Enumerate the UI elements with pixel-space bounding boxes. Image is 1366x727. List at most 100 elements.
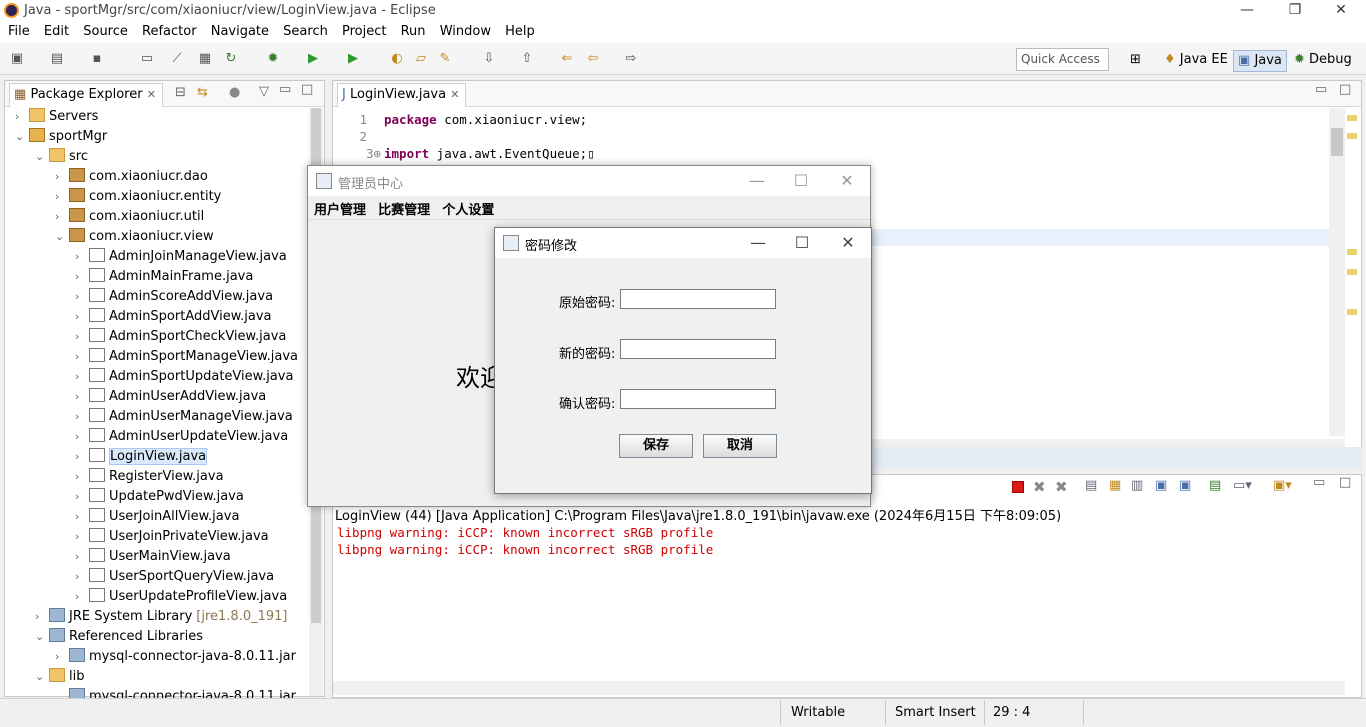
new-icon[interactable]: ▣	[8, 50, 26, 68]
pin-console-icon[interactable]: ▤	[1209, 478, 1221, 493]
collapsed-chevron-icon[interactable]: ›	[55, 167, 69, 187]
scroll-thumb[interactable]	[1331, 128, 1343, 156]
overview-marker[interactable]	[1347, 269, 1357, 275]
tree-item[interactable]: › AdminUserManageView.java	[75, 407, 293, 427]
menu-source[interactable]: Source	[83, 22, 128, 41]
back-icon[interactable]: ⇦	[584, 50, 602, 68]
collapsed-chevron-icon[interactable]: ›	[75, 407, 89, 427]
collapsed-chevron-icon[interactable]: ›	[75, 527, 89, 547]
collapsed-chevron-icon[interactable]: ›	[75, 287, 89, 307]
restore-button[interactable]: ❐	[1280, 2, 1310, 18]
collapsed-chevron-icon[interactable]: ›	[75, 487, 89, 507]
expanded-chevron-icon[interactable]: ⌄	[35, 627, 49, 647]
collapsed-chevron-icon[interactable]: ›	[75, 367, 89, 387]
collapsed-chevron-icon[interactable]: ›	[35, 607, 49, 627]
clear-console-icon[interactable]: ▤	[1085, 478, 1097, 493]
tree-item[interactable]: › com.xiaoniucr.dao	[55, 167, 208, 187]
minimize-console-icon[interactable]: ▭	[1313, 475, 1325, 490]
close-tab-icon[interactable]: ✕	[147, 88, 156, 101]
tree-item[interactable]: › AdminSportUpdateView.java	[75, 367, 293, 387]
console-hscrollbar[interactable]	[333, 681, 1345, 695]
minimize-button[interactable]: —	[1232, 2, 1262, 18]
overview-marker[interactable]	[1347, 309, 1357, 315]
maximize-editor-icon[interactable]: □	[1339, 82, 1351, 97]
confirm-password-input[interactable]	[620, 389, 776, 409]
tree-item[interactable]: › AdminSportManageView.java	[75, 347, 298, 367]
remove-all-icon[interactable]: ✖	[1055, 478, 1068, 496]
run-icon[interactable]: ▶	[304, 50, 322, 68]
tree-item[interactable]: › UserJoinAllView.java	[75, 507, 239, 527]
tree-item[interactable]: › com.xiaoniucr.entity	[55, 187, 221, 207]
tree-item[interactable]: › RegisterView.java	[75, 467, 224, 487]
menu-user-management[interactable]: 用户管理	[314, 199, 366, 218]
show-stdout-icon[interactable]: ▣	[1155, 478, 1167, 493]
tree-item[interactable]: › AdminSportCheckView.java	[75, 327, 286, 347]
package-icon[interactable]: ▦	[196, 50, 214, 68]
console-icon[interactable]: ▭	[138, 50, 156, 68]
menu-search[interactable]: Search	[283, 22, 328, 41]
collapsed-chevron-icon[interactable]: ›	[55, 187, 69, 207]
perspective-java-ee[interactable]: ♦ Java EE	[1160, 50, 1232, 72]
pwd-minimize-button[interactable]: —	[743, 233, 773, 252]
tree-item[interactable]: › UserJoinPrivateView.java	[75, 527, 269, 547]
tree-item[interactable]: ⌄ sportMgr	[15, 127, 107, 147]
maximize-console-icon[interactable]: □	[1339, 475, 1351, 490]
tree-item[interactable]: › AdminSportAddView.java	[75, 307, 272, 327]
menu-personal-settings[interactable]: 个人设置	[442, 199, 494, 218]
expanded-chevron-icon[interactable]: ⌄	[35, 667, 49, 687]
collapsed-chevron-icon[interactable]: ›	[75, 567, 89, 587]
collapsed-chevron-icon[interactable]: ›	[75, 507, 89, 527]
menu-file[interactable]: File	[8, 22, 30, 41]
tree-item[interactable]: › UpdatePwdView.java	[75, 487, 244, 507]
quick-access-input[interactable]: Quick Access	[1016, 48, 1109, 71]
collapsed-chevron-icon[interactable]: ›	[55, 647, 69, 667]
open-perspective-icon[interactable]: ⊞	[1130, 52, 1141, 67]
tree-item[interactable]: › UserSportQueryView.java	[75, 567, 274, 587]
perspective-java[interactable]: ▣ Java	[1233, 50, 1287, 72]
collapsed-chevron-icon[interactable]: ›	[75, 347, 89, 367]
collapsed-chevron-icon[interactable]: ›	[75, 587, 89, 607]
tree-item[interactable]: › AdminUserUpdateView.java	[75, 427, 288, 447]
open-folder-icon[interactable]: ▱	[412, 50, 430, 68]
menu-match-management[interactable]: 比赛管理	[378, 199, 430, 218]
overview-marker[interactable]	[1347, 115, 1357, 121]
tab-package-explorer[interactable]: ▦ Package Explorer ✕	[9, 83, 163, 107]
refresh-icon[interactable]: ↻	[222, 50, 240, 68]
tree-item[interactable]: › LoginView.java	[75, 447, 208, 467]
link-editor-icon[interactable]: ⇆	[197, 85, 208, 100]
tree-item[interactable]: › AdminJoinManageView.java	[75, 247, 287, 267]
save-icon[interactable]: ▪	[88, 50, 106, 68]
collapsed-chevron-icon[interactable]: ›	[15, 107, 29, 127]
tree-item[interactable]: ⌄ Referenced Libraries	[35, 627, 203, 647]
admin-close-button[interactable]: ✕	[832, 171, 862, 190]
prev-annotation-icon[interactable]: ⇧	[518, 50, 536, 68]
minimize-editor-icon[interactable]: ▭	[1315, 82, 1327, 97]
tree-item[interactable]: › AdminUserAddView.java	[75, 387, 266, 407]
tree-item[interactable]: › mysql-connector-java-8.0.11.jar	[55, 647, 296, 667]
tree-item[interactable]: › AdminScoreAddView.java	[75, 287, 273, 307]
open-type-icon[interactable]: ◐	[388, 50, 406, 68]
focus-icon[interactable]: ●	[229, 85, 240, 100]
tree-item[interactable]: › UserUpdateProfileView.java	[75, 587, 287, 607]
tree-item[interactable]: ⌄ com.xiaoniucr.view	[55, 227, 214, 247]
collapsed-chevron-icon[interactable]: ›	[75, 267, 89, 287]
code-line[interactable]: package com.xiaoniucr.view;	[384, 112, 587, 127]
collapsed-chevron-icon[interactable]: ›	[75, 467, 89, 487]
overview-marker[interactable]	[1347, 249, 1357, 255]
overview-marker[interactable]	[1347, 133, 1357, 139]
menu-window[interactable]: Window	[440, 22, 491, 41]
cancel-button[interactable]: 取消	[703, 434, 777, 458]
close-tab-icon[interactable]: ✕	[450, 88, 459, 101]
skip-breakpoints-icon[interactable]: ⟋	[168, 50, 186, 68]
save-button[interactable]: 保存	[619, 434, 693, 458]
tree-item[interactable]: › JRE System Library [jre1.8.0_191]	[35, 607, 287, 627]
expanded-chevron-icon[interactable]: ⌄	[35, 147, 49, 167]
coverage-icon[interactable]: ▶	[344, 50, 362, 68]
last-edit-icon[interactable]: ⇐	[558, 50, 576, 68]
old-password-input[interactable]	[620, 289, 776, 309]
maximize-view-icon[interactable]: □	[301, 82, 313, 97]
collapsed-chevron-icon[interactable]: ›	[75, 447, 89, 467]
menu-help[interactable]: Help	[505, 22, 535, 41]
pwd-maximize-button[interactable]: ☐	[787, 233, 817, 252]
new-project-icon[interactable]: ▤	[48, 50, 66, 68]
